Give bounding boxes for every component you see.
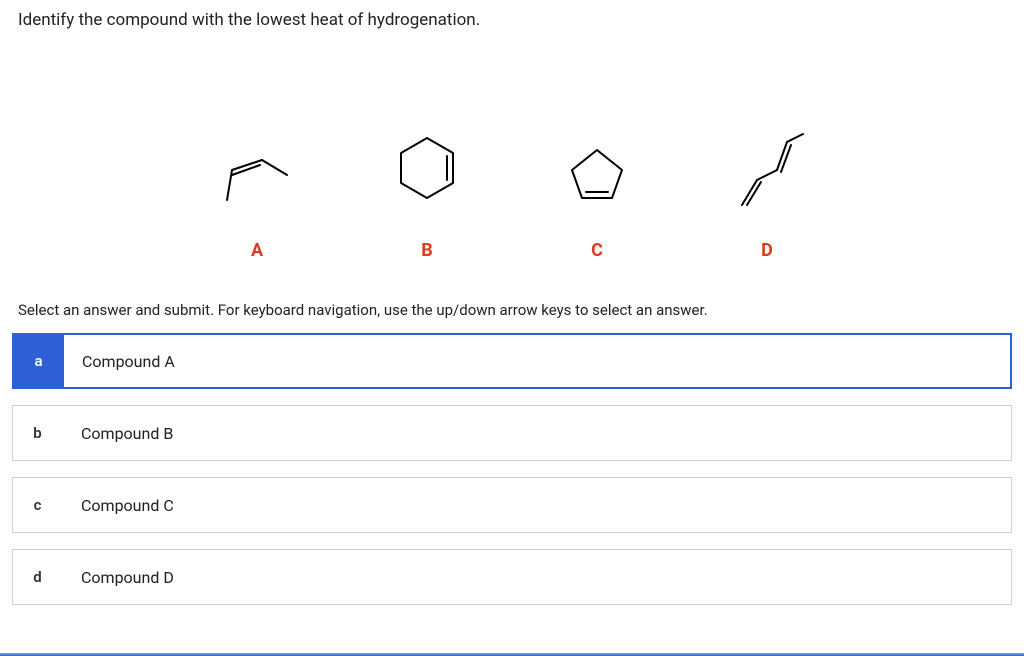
option-b[interactable]: b Compound B [12,405,1012,461]
option-key: b [13,406,63,460]
molecule-icon [727,120,807,210]
option-label: Compound B [63,424,173,443]
structure-label-D: D [727,240,807,261]
option-label: Compound C [63,496,174,515]
question-text: Identify the compound with the lowest he… [18,10,1006,30]
structure-label-B: B [387,240,467,261]
molecule-icon [217,140,297,210]
option-key: a [14,335,64,387]
option-a[interactable]: a Compound A [12,333,1012,389]
option-d[interactable]: d Compound D [12,549,1012,605]
option-key: d [13,550,63,604]
structure-C [557,140,637,210]
structure-labels-row: A B C D [0,240,1024,261]
instructions-text: Select an answer and submit. For keyboar… [0,301,1024,333]
option-key: c [13,478,63,532]
molecule-icon [387,130,467,210]
structure-label-A: A [217,240,297,261]
molecule-icon [562,140,632,210]
structure-A [217,140,297,210]
option-label: Compound D [63,568,174,587]
option-c[interactable]: c Compound C [12,477,1012,533]
answer-options: a Compound A b Compound B c Compound C d… [0,333,1024,605]
structure-figures [0,90,1024,210]
option-label: Compound A [64,352,175,371]
structure-label-C: C [557,240,637,261]
structure-D [727,120,807,210]
structure-B [387,130,467,210]
